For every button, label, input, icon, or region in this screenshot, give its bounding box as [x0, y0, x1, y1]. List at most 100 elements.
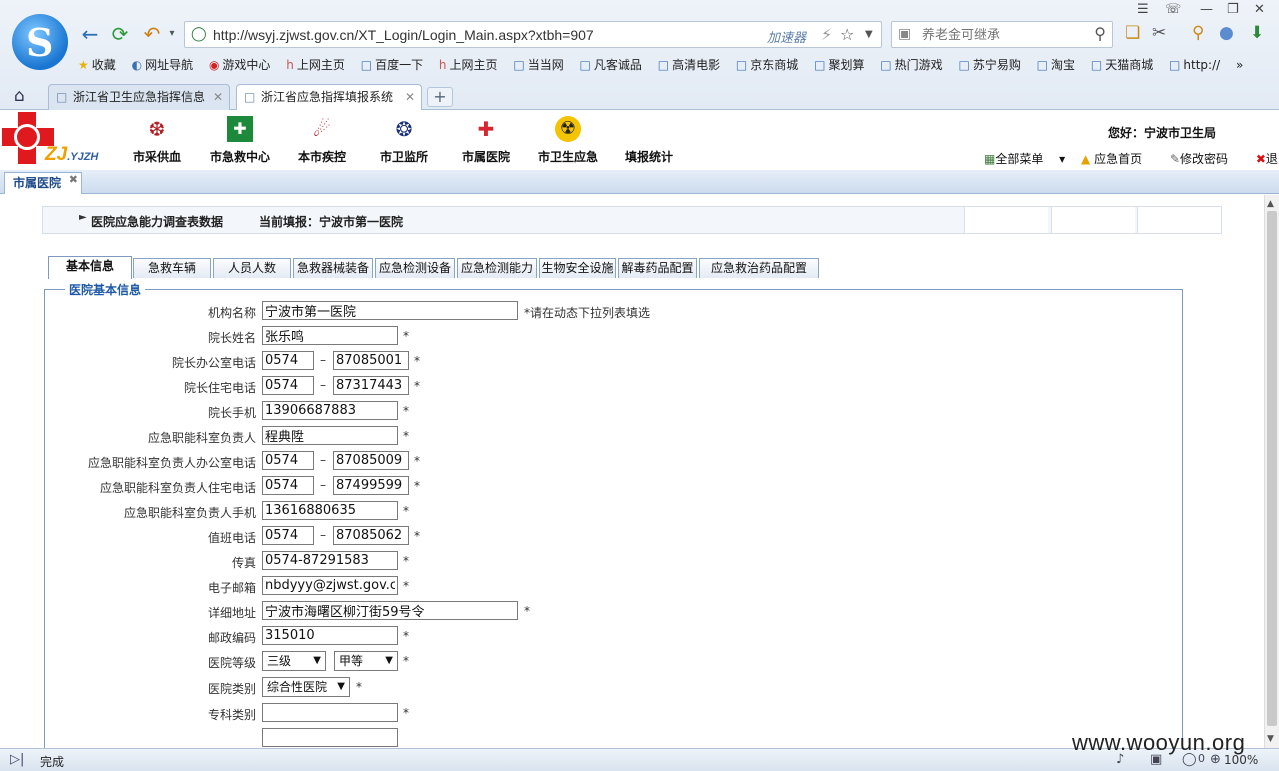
emergency-office-number-input[interactable]	[333, 451, 409, 470]
menu-icon[interactable]: ☰	[1137, 2, 1149, 17]
browser-tab-active[interactable]: □ 浙江省应急指挥填报系统 ✕	[236, 84, 422, 111]
search-input[interactable]	[922, 25, 1082, 45]
module-blood-supply[interactable]: ❆ 市采供血	[116, 116, 198, 165]
emergency-mobile-input[interactable]	[262, 501, 398, 520]
tab-staff[interactable]: 人员人数	[213, 258, 291, 278]
lightning-icon[interactable]: ⚡	[821, 25, 832, 44]
favorite-icon[interactable]: ❏	[1125, 23, 1140, 43]
bookmark-item[interactable]: ★ 收藏	[78, 56, 116, 73]
bookmark-item[interactable]: □ 聚划算	[814, 56, 864, 73]
module-disease-control[interactable]: ☄ 本市疾控	[281, 116, 363, 165]
bookmark-item[interactable]: h 上网主页	[286, 56, 345, 73]
tab-treatment-drugs[interactable]: 应急救治药品配置	[699, 258, 819, 278]
url-text[interactable]: http://wsyj.zjwst.gov.cn/XT_Login/Login_…	[213, 27, 594, 43]
search-box[interactable]: ▣ ⚲	[891, 21, 1113, 48]
search-icon[interactable]: ⚲	[1094, 24, 1106, 43]
duty-area-input[interactable]	[262, 526, 314, 545]
duty-number-input[interactable]	[333, 526, 409, 545]
bookmark-item[interactable]: □ 高清电影	[658, 56, 720, 73]
row-postcode: 邮政编码 *	[45, 626, 945, 646]
scroll-up-icon[interactable]: ▲	[1267, 199, 1274, 209]
more-bookmarks-icon[interactable]: »	[1236, 58, 1243, 72]
email-field[interactable]	[262, 576, 398, 595]
next-field-input[interactable]	[262, 728, 398, 747]
bookmark-item[interactable]: □ 京东商城	[736, 56, 798, 73]
restore-icon[interactable]: ❐	[1227, 2, 1239, 17]
bookmark-item[interactable]: □ 苏宁易购	[958, 56, 1020, 73]
emergency-home-area-input[interactable]	[262, 476, 314, 495]
browser-tab[interactable]: □ 浙江省卫生应急指挥信息 ✕	[48, 84, 230, 110]
module-health-emergency[interactable]: ☢ 市卫生应急	[527, 116, 609, 165]
close-tab-icon[interactable]: ✕	[213, 85, 223, 109]
bookmark-item[interactable]: ◉ 游戏中心	[209, 56, 271, 73]
change-password-link[interactable]: ✎修改密码	[1170, 152, 1240, 166]
back-arrow-icon[interactable]: ←	[78, 22, 102, 46]
director-name-input[interactable]	[262, 326, 398, 345]
accelerator-label[interactable]: 加速器	[767, 27, 806, 46]
module-emergency-center[interactable]: ✚ 市急救中心	[199, 116, 281, 165]
tab-detection-equipment[interactable]: 应急检测设备	[375, 258, 455, 278]
module-tab-hospitals[interactable]: 市属医院 ✖	[4, 170, 83, 194]
address-bar[interactable]: ◯ http://wsyj.zjwst.gov.cn/XT_Login/Logi…	[184, 21, 882, 48]
emergency-home-number-input[interactable]	[333, 476, 409, 495]
module-hospitals[interactable]: ✚ 市属医院	[445, 116, 527, 165]
chevron-down-icon[interactable]: ▾	[160, 22, 184, 46]
close-window-icon[interactable]: ✕	[1254, 2, 1265, 17]
bookmark-item[interactable]: □ http://	[1169, 58, 1220, 72]
bookmark-item[interactable]: □ 凡客诚品	[580, 56, 642, 73]
module-health-supervision[interactable]: ❂ 市卫监所	[363, 116, 445, 165]
director-office-area-input[interactable]	[262, 351, 314, 370]
specialty-input[interactable]	[262, 703, 398, 722]
scissors-icon[interactable]: ✂	[1152, 23, 1166, 43]
hospital-type-select[interactable]: 综合性医院 ▼	[262, 677, 350, 697]
minimize-icon[interactable]: —	[1200, 2, 1213, 17]
org-name-input[interactable]	[262, 301, 518, 320]
tab-biosafety[interactable]: 生物安全设施	[539, 258, 616, 278]
scroll-down-icon[interactable]: ▼	[1267, 734, 1274, 744]
emergency-office-area-input[interactable]	[262, 451, 314, 470]
download-icon[interactable]: ⬇	[1250, 23, 1264, 43]
postcode-input[interactable]	[262, 626, 398, 645]
bookmark-item[interactable]: □ 当当网	[513, 56, 563, 73]
vertical-scrollbar[interactable]: ▲ ▼	[1264, 195, 1279, 748]
shirt-icon[interactable]: ☏	[1165, 2, 1181, 17]
chevron-down-icon[interactable]: ▼	[865, 29, 873, 40]
bookmark-item[interactable]: □ 热门游戏	[880, 56, 942, 73]
scroll-thumb[interactable]	[1267, 211, 1277, 726]
bookmark-item[interactable]: □ 淘宝	[1037, 56, 1075, 73]
bookmark-item[interactable]: □ 百度一下	[361, 56, 423, 73]
director-office-number-input[interactable]	[333, 351, 409, 370]
bookmark-item[interactable]: ◐ 网址导航	[132, 56, 194, 73]
emergency-home-link[interactable]: ▲ 应急首页	[1081, 152, 1154, 166]
module-report-stats[interactable]: 填报统计	[608, 116, 690, 165]
director-mobile-input[interactable]	[262, 401, 398, 420]
browser-logo-icon[interactable]: S	[12, 14, 68, 70]
info-bar: ► 医院应急能力调查表数据 当前填报：宁波市第一医院	[42, 206, 1222, 234]
hospital-class-select[interactable]: 甲等 ▼	[334, 651, 398, 671]
key-icon[interactable]: ⚲	[1192, 23, 1204, 43]
close-tab-icon[interactable]: ✖	[69, 170, 78, 190]
bookmark-item[interactable]: h 上网主页	[439, 56, 498, 73]
tab-detection-capability[interactable]: 应急检测能力	[457, 258, 537, 278]
emergency-head-input[interactable]	[262, 426, 398, 445]
bookmark-item[interactable]: □ 天猫商城	[1091, 56, 1153, 73]
close-tab-icon[interactable]: ✕	[405, 85, 415, 109]
tab-basic-info[interactable]: 基本信息	[48, 256, 132, 279]
user-greeting: 您好：宁波市卫生局	[1108, 126, 1217, 140]
new-tab-button[interactable]: +	[427, 87, 453, 107]
tab-first-aid-equipment[interactable]: 急救器械装备	[293, 258, 373, 278]
director-home-number-input[interactable]	[333, 376, 409, 395]
chat-icon[interactable]: ●	[1219, 23, 1234, 43]
fax-input[interactable]	[262, 551, 398, 570]
tab-antidotes[interactable]: 解毒药品配置	[618, 258, 697, 278]
home-icon[interactable]: ⌂	[14, 86, 25, 106]
refresh-icon[interactable]: ⟳	[108, 22, 132, 46]
address-input[interactable]	[262, 601, 518, 620]
star-icon[interactable]: ☆	[840, 25, 854, 44]
hospital-level-select[interactable]: 三级 ▼	[262, 651, 326, 671]
logout-link[interactable]: ✖退出	[1256, 152, 1279, 166]
director-home-area-input[interactable]	[262, 376, 314, 395]
all-menu-link[interactable]: ▦全部菜单 ▾	[984, 152, 1065, 166]
tab-ambulances[interactable]: 急救车辆	[133, 258, 211, 278]
play-icon[interactable]: ▷|	[10, 752, 24, 767]
